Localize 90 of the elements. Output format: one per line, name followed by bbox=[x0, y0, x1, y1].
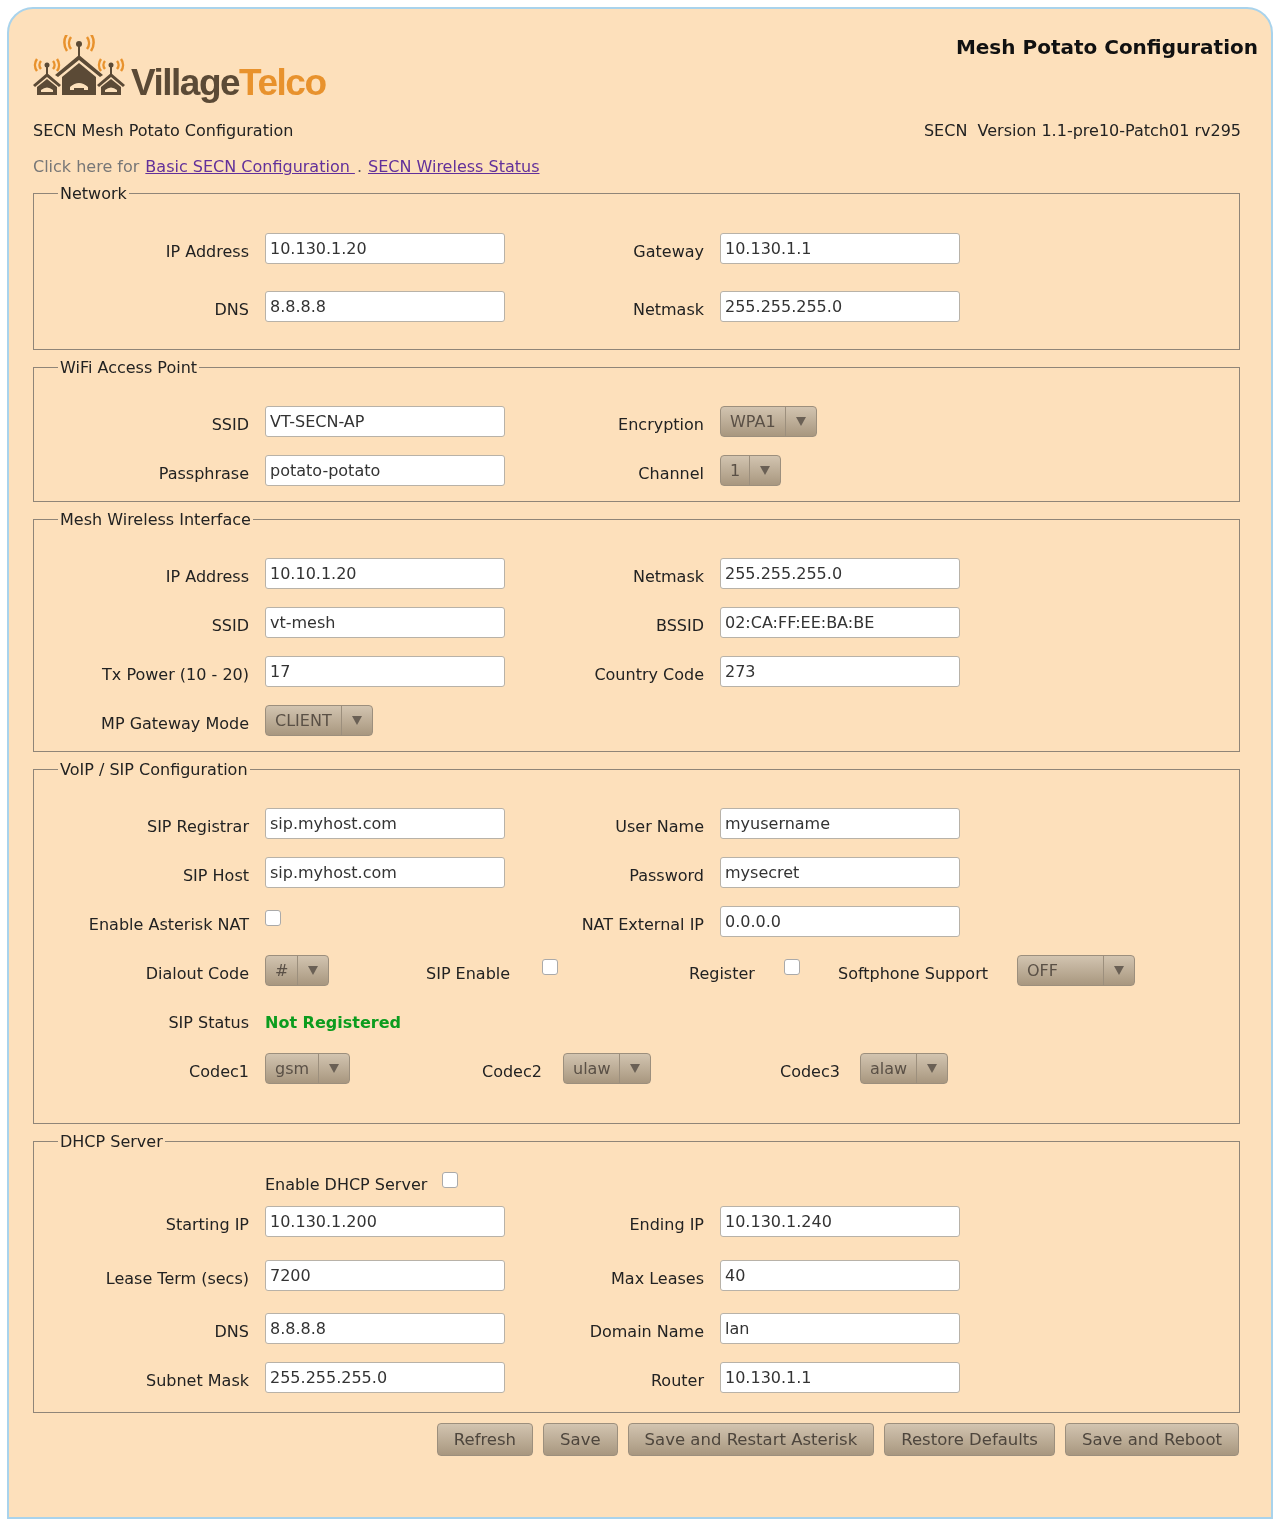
text-field[interactable]: potato-potato bbox=[265, 455, 505, 486]
text-field[interactable]: 10.10.1.20 bbox=[265, 558, 505, 589]
text-field[interactable]: 255.255.255.0 bbox=[265, 1362, 505, 1393]
field-label: DNS bbox=[214, 1322, 249, 1341]
field-label: Codec2 bbox=[482, 1062, 542, 1081]
text-field[interactable]: sip.myhost.com bbox=[265, 857, 505, 888]
field-label: Lease Term (secs) bbox=[105, 1268, 249, 1288]
field-label: User Name bbox=[615, 817, 704, 836]
field-label: DNS bbox=[214, 299, 249, 319]
text-field[interactable]: 7200 bbox=[265, 1259, 505, 1291]
text-field[interactable]: 273 bbox=[720, 656, 960, 687]
field-label: Subnet Mask bbox=[146, 1371, 249, 1390]
page-title: Mesh Potato Configuration bbox=[955, 35, 1258, 59]
section-legend: VoIP / SIP Configuration bbox=[58, 760, 250, 779]
field-label: SSID bbox=[211, 616, 249, 635]
field-label: Dialout Code bbox=[145, 964, 249, 983]
section-legend: Network bbox=[58, 184, 129, 203]
field-label: Enable DHCP Server bbox=[265, 1174, 428, 1194]
form-button[interactable]: Save and Restart Asterisk bbox=[627, 1423, 875, 1456]
field-label: Starting IP bbox=[165, 1215, 249, 1234]
field-label: Ending IP bbox=[629, 1215, 704, 1234]
field-label: IP Address bbox=[165, 241, 249, 261]
text-field[interactable]: 8.8.8.8 bbox=[265, 290, 505, 322]
text-field[interactable]: myusername bbox=[720, 808, 960, 839]
field-label: Country Code bbox=[594, 665, 704, 684]
links-intro: Click here for bbox=[33, 157, 140, 176]
field-label: SSID bbox=[211, 415, 249, 434]
text-field[interactable]: 10.130.1.200 bbox=[265, 1206, 505, 1237]
field-label: SIP Status bbox=[168, 1013, 249, 1032]
text-field[interactable]: 10.130.1.240 bbox=[720, 1206, 960, 1237]
text-field[interactable]: vt-mesh bbox=[265, 607, 505, 638]
form-button[interactable]: Refresh bbox=[436, 1423, 534, 1456]
config-link[interactable]: Basic SECN Configuration bbox=[145, 157, 355, 176]
field-label: Softphone Support bbox=[838, 964, 988, 983]
field-label: Netmask bbox=[632, 567, 704, 586]
field-label: Enable Asterisk NAT bbox=[88, 915, 249, 934]
text-field[interactable]: 10.130.1.1 bbox=[720, 232, 960, 264]
text-field[interactable]: 8.8.8.8 bbox=[265, 1313, 505, 1344]
dropdown[interactable]: ulaw bbox=[563, 1053, 652, 1084]
text-field[interactable]: mysecret bbox=[720, 857, 960, 888]
text-field[interactable]: sip.myhost.com bbox=[265, 808, 505, 839]
field-label: Router bbox=[650, 1371, 704, 1390]
text-field[interactable]: 10.130.1.1 bbox=[720, 1362, 960, 1393]
dropdown[interactable]: gsm bbox=[265, 1053, 351, 1084]
config-link[interactable]: SECN Wireless Status bbox=[368, 157, 540, 176]
dropdown[interactable]: WPA1 bbox=[720, 406, 817, 437]
dropdown[interactable]: CLIENT bbox=[265, 705, 373, 736]
text-field[interactable]: 17 bbox=[265, 656, 505, 687]
field-label: Gateway bbox=[633, 241, 704, 261]
field-label: Encryption bbox=[618, 415, 704, 434]
section-legend: DHCP Server bbox=[58, 1132, 165, 1151]
field-label: BSSID bbox=[655, 616, 704, 635]
text-field[interactable]: 255.255.255.0 bbox=[720, 558, 960, 589]
field-label: Domain Name bbox=[589, 1322, 704, 1341]
text-field[interactable]: VT-SECN-AP bbox=[265, 406, 505, 437]
field-label: SIP Host bbox=[182, 866, 249, 885]
field-label: Tx Power (10 - 20) bbox=[102, 665, 249, 684]
version-text: SECN Version 1.1-pre10-Patch01 rv295 bbox=[923, 121, 1241, 140]
dropdown[interactable]: alaw bbox=[860, 1053, 949, 1084]
text-field[interactable]: 10.130.1.20 bbox=[265, 232, 505, 264]
field-label: Netmask bbox=[632, 299, 704, 319]
field-label: Register bbox=[689, 964, 755, 983]
field-label: Passphrase bbox=[158, 464, 249, 483]
field-label: NAT External IP bbox=[581, 915, 704, 934]
field-label: SIP Registrar bbox=[146, 817, 249, 836]
text-field[interactable]: 40 bbox=[720, 1259, 960, 1291]
dropdown[interactable]: # bbox=[265, 955, 330, 986]
field-label: Channel bbox=[638, 464, 704, 483]
field-label: Codec1 bbox=[189, 1062, 249, 1081]
text-field[interactable]: 0.0.0.0 bbox=[720, 906, 960, 937]
status-text: Not Registered bbox=[265, 1012, 401, 1032]
form-button[interactable]: Save bbox=[543, 1423, 618, 1456]
dropdown[interactable]: OFF bbox=[1017, 955, 1135, 986]
section-legend: WiFi Access Point bbox=[58, 358, 200, 377]
form-button[interactable]: Save and Reboot bbox=[1064, 1423, 1239, 1456]
dropdown[interactable]: 1 bbox=[720, 455, 782, 486]
logo-wordmark: VillageTelco bbox=[131, 64, 326, 101]
text-field[interactable]: lan bbox=[720, 1313, 960, 1344]
text-field[interactable]: 255.255.255.0 bbox=[720, 290, 960, 322]
subtitle: SECN Mesh Potato Configuration bbox=[33, 121, 294, 140]
field-label: MP Gateway Mode bbox=[101, 714, 249, 733]
section-legend: Mesh Wireless Interface bbox=[58, 510, 253, 529]
form-button[interactable]: Restore Defaults bbox=[884, 1423, 1055, 1456]
field-label: SIP Enable bbox=[426, 964, 511, 983]
field-label: IP Address bbox=[165, 567, 249, 586]
field-label: Password bbox=[629, 866, 704, 885]
field-label: Max Leases bbox=[611, 1268, 704, 1288]
field-label: Codec3 bbox=[780, 1062, 840, 1081]
text-field[interactable]: 02:CA:FF:EE:BA:BE bbox=[720, 607, 960, 638]
link-separator: . bbox=[356, 157, 362, 176]
